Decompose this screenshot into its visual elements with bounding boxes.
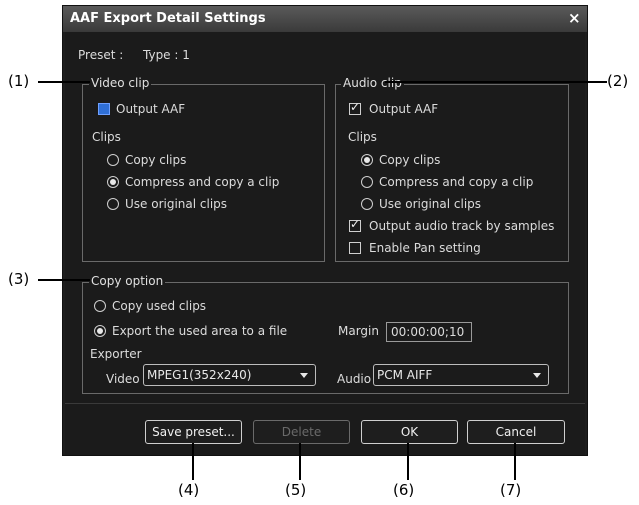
callout-7-leader xyxy=(514,443,516,480)
video-radio-compress-copy[interactable] xyxy=(107,176,119,188)
callout-3: (3) xyxy=(8,270,30,288)
audio-output-aaf-checkbox[interactable] xyxy=(349,100,361,115)
audio-use-original-label[interactable]: Use original clips xyxy=(379,197,481,211)
button-row-divider xyxy=(65,403,585,404)
audio-radio-copy-clips[interactable] xyxy=(361,154,373,166)
video-radio-copy-clips[interactable] xyxy=(107,154,119,166)
preset-label: Preset : xyxy=(78,48,124,62)
callout-1-leader xyxy=(38,81,90,83)
save-preset-button[interactable]: Save preset... xyxy=(145,420,242,444)
radio-export-used-area[interactable] xyxy=(94,325,106,337)
title-bar[interactable]: AAF Export Detail Settings × xyxy=(63,6,587,32)
delete-button[interactable]: Delete xyxy=(253,420,350,444)
audio-by-samples-checkbox[interactable] xyxy=(349,217,361,232)
video-exporter-label: Video xyxy=(106,372,140,386)
audio-exporter-label: Audio xyxy=(337,372,372,386)
callout-7: (7) xyxy=(500,481,522,499)
audio-by-samples-label[interactable]: Output audio track by samples xyxy=(369,219,554,233)
audio-clips-label: Clips xyxy=(348,130,377,144)
callout-4: (4) xyxy=(178,481,200,499)
window-title: AAF Export Detail Settings xyxy=(70,11,266,26)
callout-1: (1) xyxy=(8,72,30,90)
export-used-area-label[interactable]: Export the used area to a file xyxy=(112,324,287,338)
ok-button[interactable]: OK xyxy=(361,420,458,444)
video-output-aaf-label[interactable]: Output AAF xyxy=(116,102,185,116)
cancel-button[interactable]: Cancel xyxy=(467,420,565,444)
callout-2: (2) xyxy=(607,72,629,90)
callout-5-leader xyxy=(299,443,301,480)
radio-copy-used-clips[interactable] xyxy=(94,300,106,312)
video-clip-group-label: Video clip xyxy=(89,76,152,90)
video-exporter-dropdown[interactable]: MPEG1(352x240) xyxy=(143,364,316,386)
callout-6: (6) xyxy=(393,481,415,499)
video-copy-clips-label[interactable]: Copy clips xyxy=(125,153,186,167)
audio-clip-group-label: Audio clip xyxy=(341,76,404,90)
video-use-original-label[interactable]: Use original clips xyxy=(125,197,227,211)
audio-copy-clips-label[interactable]: Copy clips xyxy=(379,153,440,167)
video-compress-copy-label[interactable]: Compress and copy a clip xyxy=(125,175,279,189)
video-output-aaf-checkbox[interactable] xyxy=(98,103,110,115)
video-exporter-value: MPEG1(352x240) xyxy=(147,368,252,382)
chevron-down-icon xyxy=(533,373,541,378)
copy-option-group-label: Copy option xyxy=(89,274,166,288)
callout-5: (5) xyxy=(285,481,307,499)
audio-radio-compress-copy[interactable] xyxy=(361,176,373,188)
video-clips-label: Clips xyxy=(92,130,121,144)
copy-used-clips-label[interactable]: Copy used clips xyxy=(112,299,206,313)
margin-timecode-input[interactable]: 00:00:00;10 xyxy=(386,322,472,342)
margin-value: 00:00:00;10 xyxy=(391,325,465,339)
audio-exporter-dropdown[interactable]: PCM AIFF xyxy=(373,364,549,386)
exporter-label: Exporter xyxy=(90,347,142,361)
callout-3-leader xyxy=(38,279,90,281)
audio-radio-use-original[interactable] xyxy=(361,198,373,210)
margin-label: Margin xyxy=(338,324,379,338)
audio-compress-copy-label[interactable]: Compress and copy a clip xyxy=(379,175,533,189)
callout-6-leader xyxy=(407,443,409,480)
callout-4-leader-bottom xyxy=(192,456,194,480)
enable-pan-label[interactable]: Enable Pan setting xyxy=(369,241,481,255)
dialog-body: Preset : Type : 1 Video clip Output AAF … xyxy=(65,32,585,455)
audio-exporter-value: PCM AIFF xyxy=(377,368,433,382)
enable-pan-checkbox[interactable] xyxy=(349,242,361,254)
audio-output-aaf-label[interactable]: Output AAF xyxy=(369,102,438,116)
preset-type: Type : 1 xyxy=(143,48,190,62)
close-icon[interactable]: × xyxy=(568,9,581,27)
video-radio-use-original[interactable] xyxy=(107,198,119,210)
chevron-down-icon xyxy=(300,373,308,378)
aaf-export-dialog: AAF Export Detail Settings × Preset : Ty… xyxy=(62,5,588,456)
callout-2-leader xyxy=(385,81,607,83)
